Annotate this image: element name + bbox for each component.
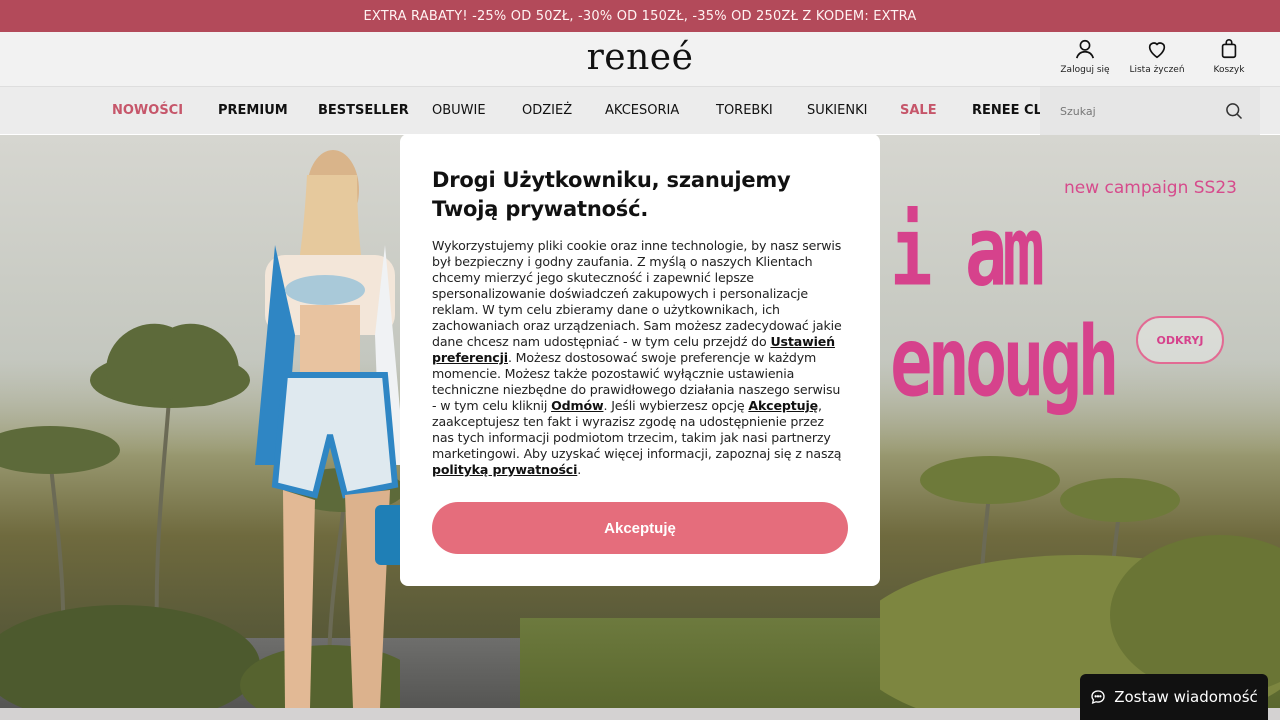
nav-item-premium[interactable]: PREMIUM <box>218 87 288 135</box>
promo-text: EXTRA RABATY! -25% OD 50ZŁ, -30% OD 150Z… <box>363 8 917 24</box>
search-box <box>1040 87 1260 135</box>
main-nav: NOWOŚCI PREMIUM BESTSELLER OBUWIE ODZIEŻ… <box>0 86 1280 135</box>
login-label: Zaloguj się <box>1060 65 1110 75</box>
cart-button[interactable]: Koszyk <box>1204 38 1254 75</box>
nav-item-bestseller[interactable]: BESTSELLER <box>318 87 409 135</box>
discover-button[interactable]: ODKRYJ <box>1136 316 1224 364</box>
modal-title: Drogi Użytkowniku, szanujemy Twoją prywa… <box>432 168 791 221</box>
search-input[interactable] <box>1040 87 1220 135</box>
modal-text: Wykorzystujemy pliki cookie oraz inne te… <box>432 238 848 478</box>
header-icons: Zaloguj się Lista życzeń Koszyk <box>1060 38 1254 75</box>
heart-icon <box>1148 42 1166 59</box>
nav-item-renee-club[interactable]: RENEE CLU <box>972 87 1040 135</box>
wishlist-button[interactable]: Lista życzeń <box>1129 38 1185 75</box>
reject-link[interactable]: Odmów <box>551 398 604 413</box>
accept-button[interactable]: Akceptuję <box>432 502 848 554</box>
nav-item-sukienki[interactable]: SUKIENKI <box>807 87 867 135</box>
chat-icon <box>1091 690 1105 705</box>
cookie-consent-modal: Drogi Użytkowniku, szanujemy Twoją prywa… <box>400 134 880 586</box>
wishlist-label: Lista życzeń <box>1129 65 1185 75</box>
user-icon <box>1075 39 1095 59</box>
campaign-slogan: i am enough <box>890 194 1120 418</box>
bag-icon <box>1221 39 1237 59</box>
modal-text-part1: Wykorzystujemy pliki cookie oraz inne te… <box>432 238 842 349</box>
nav-item-odziez[interactable]: ODZIEŻ <box>522 87 572 135</box>
cart-label: Koszyk <box>1213 65 1245 75</box>
nav-item-nowosci[interactable]: NOWOŚCI <box>112 87 183 135</box>
chat-widget-button[interactable]: Zostaw wiadomość <box>1080 674 1268 720</box>
nav-item-sale[interactable]: SALE <box>900 87 937 135</box>
model-image <box>255 150 405 708</box>
nav-item-akcesoria[interactable]: AKCESORIA <box>605 87 679 135</box>
campaign-subtitle: new campaign SS23 <box>1064 178 1237 198</box>
privacy-policy-link[interactable]: polityką prywatności <box>432 462 577 477</box>
login-button[interactable]: Zaloguj się <box>1060 38 1110 75</box>
promo-bar[interactable]: EXTRA RABATY! -25% OD 50ZŁ, -30% OD 150Z… <box>0 0 1280 32</box>
accept-link[interactable]: Akceptuję <box>748 398 818 413</box>
nav-item-obuwie[interactable]: OBUWIE <box>432 87 486 135</box>
modal-text-part3: . Jeśli wybierzesz opcję <box>603 398 749 413</box>
modal-text-part5: . <box>577 462 582 477</box>
header: reneé Zaloguj się Lista życzeń Koszyk <box>0 32 1280 86</box>
chat-label: Zostaw wiadomość <box>1114 688 1258 706</box>
search-icon[interactable] <box>1224 101 1244 121</box>
nav-item-torebki[interactable]: TOREBKI <box>716 87 773 135</box>
